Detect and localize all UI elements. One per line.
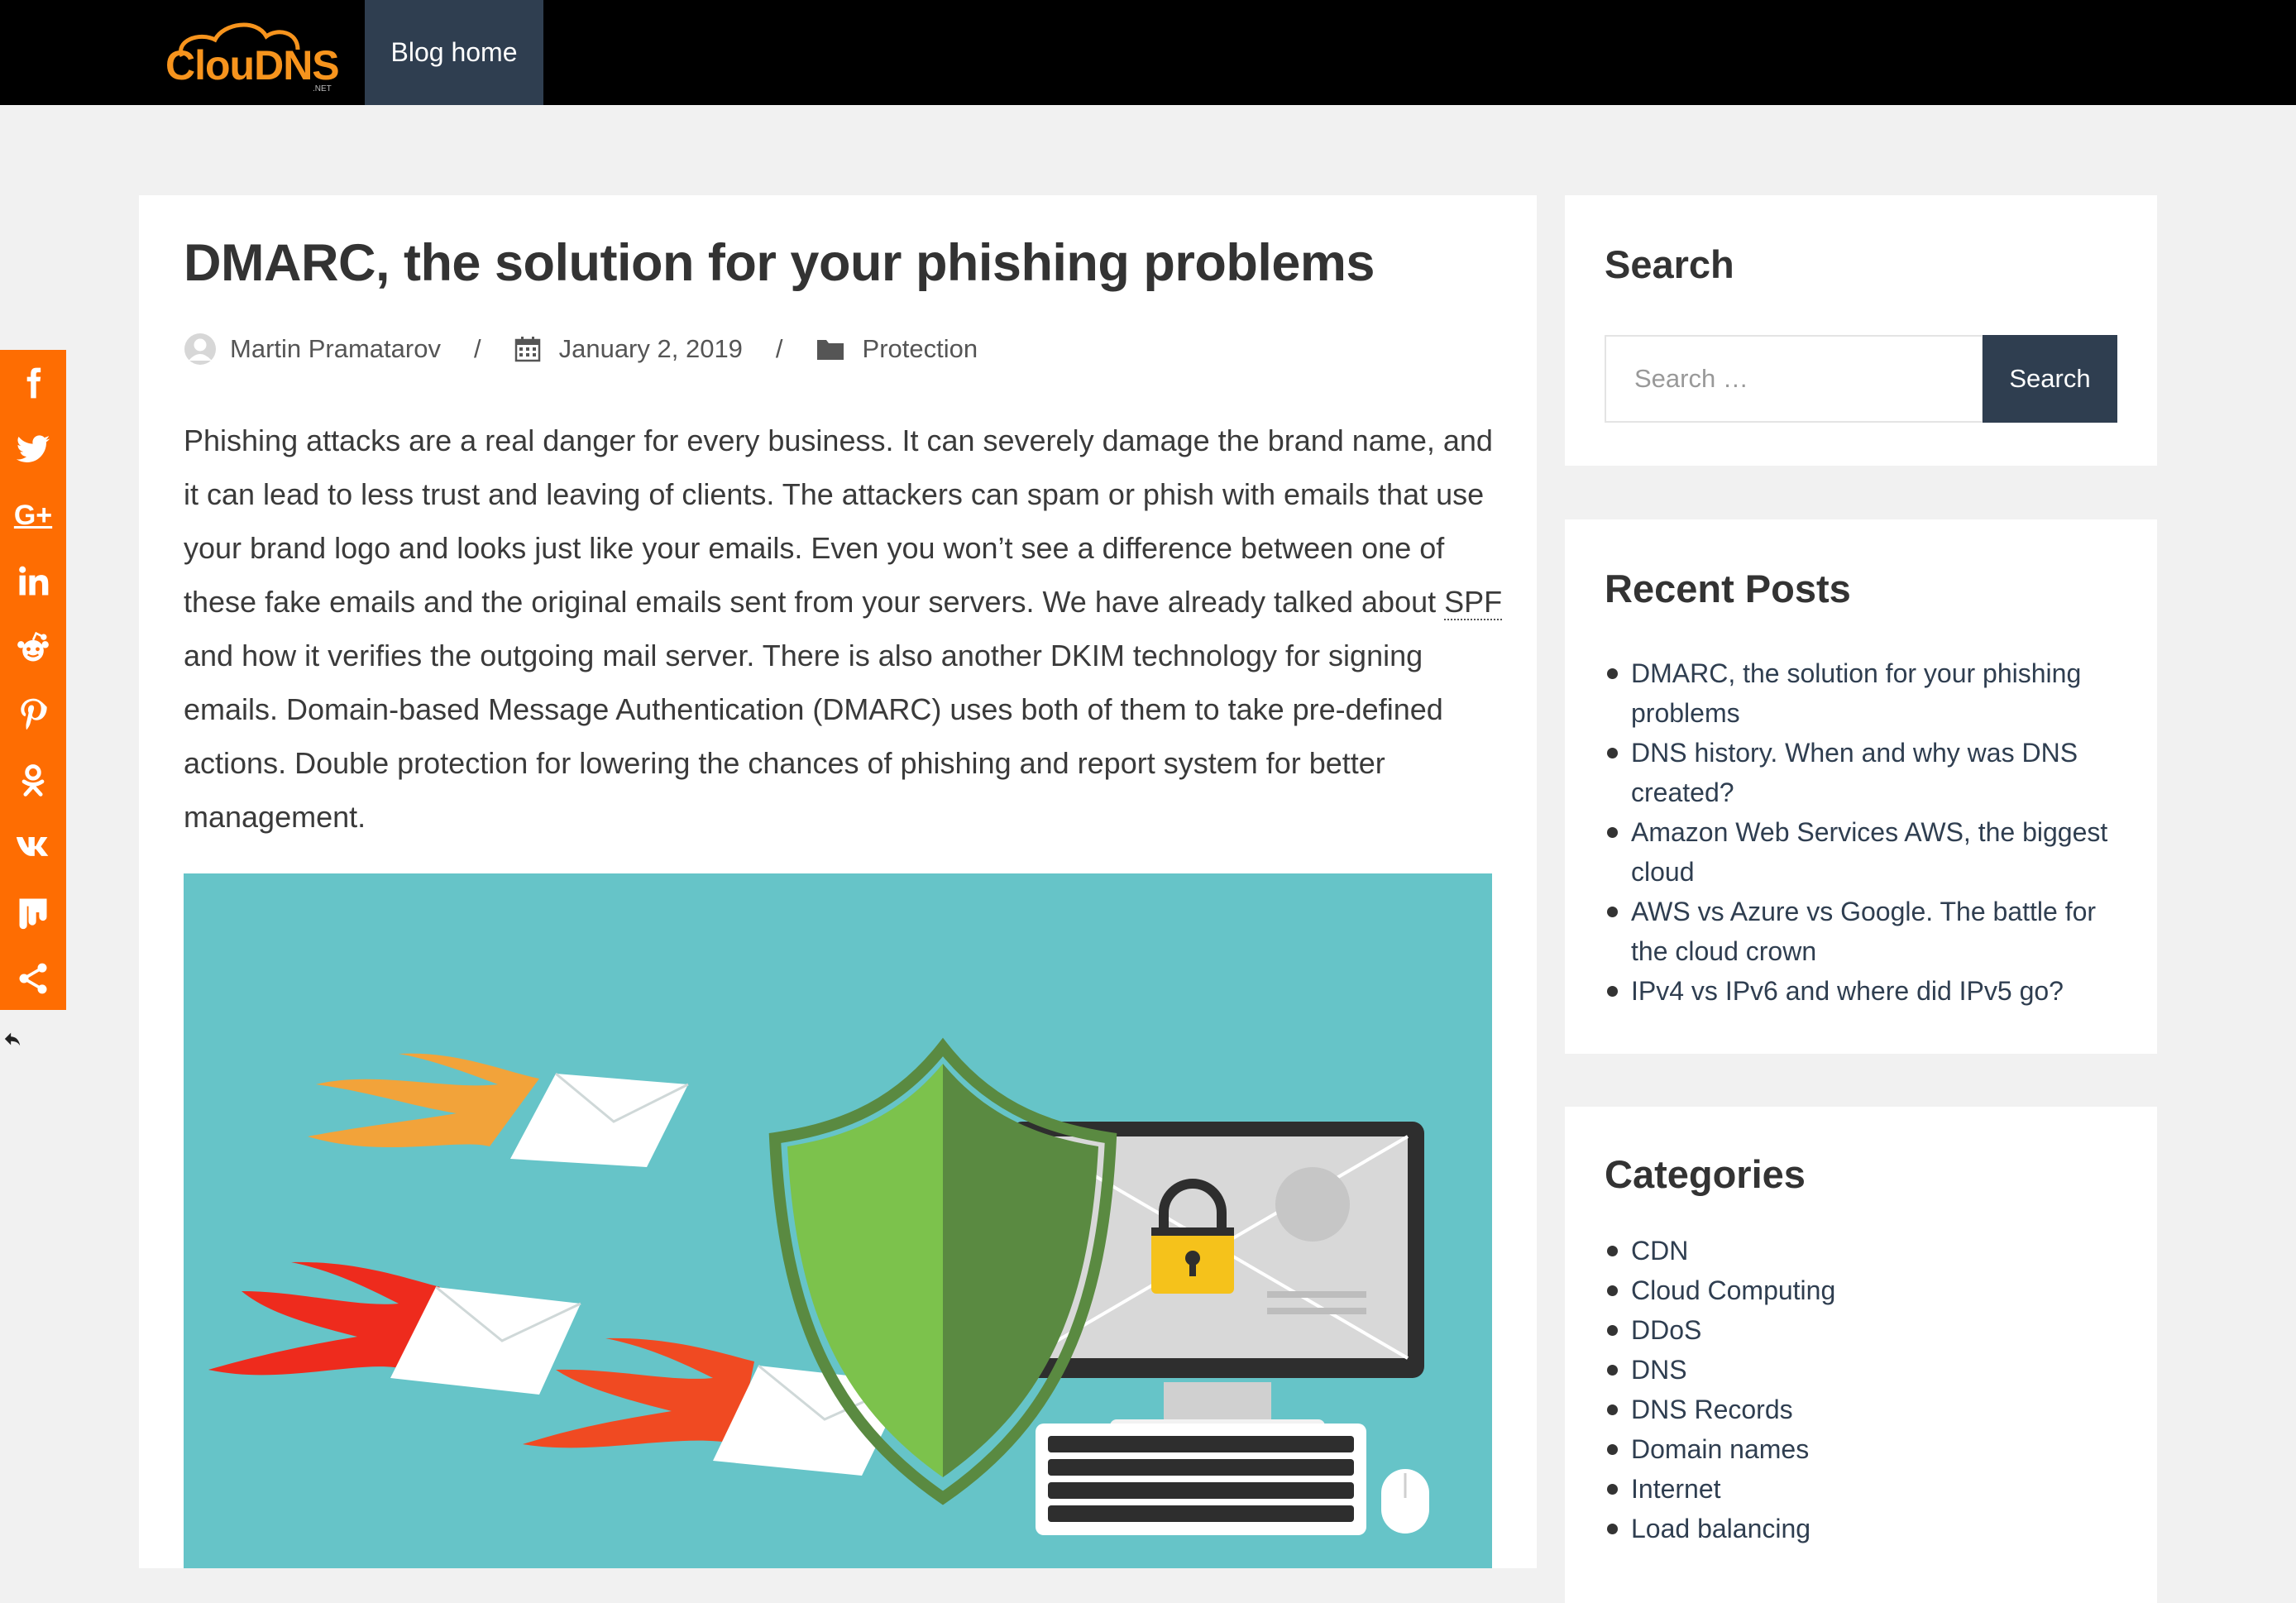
share-icon[interactable] bbox=[0, 945, 66, 1012]
logo-wordmark: ClouDNS bbox=[165, 42, 340, 89]
facebook-icon[interactable] bbox=[0, 350, 66, 416]
recent-post-link[interactable]: Amazon Web Services AWS, the biggest clo… bbox=[1631, 817, 2107, 887]
search-widget-title: Search bbox=[1605, 242, 1734, 286]
social-share-bar: G+ bbox=[0, 350, 66, 1010]
vk-icon[interactable] bbox=[0, 813, 66, 879]
category-item-link[interactable]: DDoS bbox=[1631, 1315, 1701, 1345]
twitter-icon[interactable] bbox=[0, 416, 66, 482]
category-item-link[interactable]: Domain names bbox=[1631, 1434, 1809, 1464]
intro-text-part-1: Phishing attacks are a real danger for e… bbox=[184, 423, 1493, 619]
list-item: CDN bbox=[1605, 1231, 2117, 1270]
cloudns-logo[interactable]: ClouDNS .NET bbox=[165, 17, 340, 93]
category-item-link[interactable]: DNS bbox=[1631, 1355, 1687, 1385]
author-avatar-icon bbox=[184, 333, 216, 365]
category-item-link[interactable]: Cloud Computing bbox=[1631, 1275, 1835, 1305]
list-item: DNS Records bbox=[1605, 1390, 2117, 1429]
odnoklassniki-icon[interactable] bbox=[0, 747, 66, 813]
reddit-icon[interactable] bbox=[0, 615, 66, 681]
article-card: DMARC, the solution for your phishing pr… bbox=[139, 195, 1537, 1568]
recent-posts-widget: Recent Posts DMARC, the solution for you… bbox=[1565, 519, 2157, 1054]
list-item: IPv4 vs IPv6 and where did IPv5 go? bbox=[1605, 971, 2117, 1011]
mix-icon[interactable] bbox=[0, 879, 66, 945]
calendar-icon bbox=[514, 337, 540, 362]
google-plus-label: G+ bbox=[13, 499, 53, 531]
list-item: Load balancing bbox=[1605, 1509, 2117, 1548]
recent-post-link[interactable]: DMARC, the solution for your phishing pr… bbox=[1631, 658, 2081, 728]
logo-suffix: .NET bbox=[313, 84, 332, 93]
recent-post-link[interactable]: IPv4 vs IPv6 and where did IPv5 go? bbox=[1631, 976, 2064, 1006]
list-item: Cloud Computing bbox=[1605, 1270, 2117, 1310]
recent-posts-title: Recent Posts bbox=[1605, 567, 1851, 610]
categories-title: Categories bbox=[1605, 1152, 1806, 1196]
list-item: DDoS bbox=[1605, 1310, 2117, 1350]
recent-post-link[interactable]: DNS history. When and why was DNS create… bbox=[1631, 738, 2078, 807]
article-title: DMARC, the solution for your phishing pr… bbox=[184, 234, 1375, 292]
folder-icon bbox=[816, 340, 844, 360]
list-item: Internet bbox=[1605, 1469, 2117, 1509]
recent-post-link[interactable]: AWS vs Azure vs Google. The battle for t… bbox=[1631, 897, 2096, 966]
category-item-link[interactable]: DNS Records bbox=[1631, 1395, 1793, 1424]
top-navigation-bar: ClouDNS .NET Blog home bbox=[0, 0, 2296, 105]
pinterest-icon[interactable] bbox=[0, 681, 66, 747]
categories-list: CDN Cloud Computing DDoS DNS DNS Records… bbox=[1605, 1231, 2117, 1548]
search-widget: Search Search bbox=[1565, 195, 2157, 466]
dmarc-hero-illustration bbox=[184, 873, 1492, 1568]
category-item-link[interactable]: Internet bbox=[1631, 1474, 1721, 1504]
google-plus-icon[interactable]: G+ bbox=[0, 482, 66, 548]
search-input[interactable] bbox=[1605, 335, 1983, 423]
list-item: DNS bbox=[1605, 1350, 2117, 1390]
recent-posts-list: DMARC, the solution for your phishing pr… bbox=[1605, 653, 2117, 1011]
category-item-link[interactable]: Load balancing bbox=[1631, 1514, 1810, 1543]
linkedin-icon[interactable] bbox=[0, 548, 66, 615]
meta-separator: / bbox=[775, 334, 783, 363]
hide-share-bar-icon[interactable] bbox=[3, 1030, 22, 1048]
article-intro: Phishing attacks are a real danger for e… bbox=[184, 414, 1507, 844]
list-item: DNS history. When and why was DNS create… bbox=[1605, 733, 2117, 812]
category-link[interactable]: Protection bbox=[863, 334, 978, 364]
author-link[interactable]: Martin Pramatarov bbox=[230, 334, 441, 364]
list-item: DMARC, the solution for your phishing pr… bbox=[1605, 653, 2117, 733]
spf-link[interactable]: SPF bbox=[1444, 585, 1503, 620]
search-button[interactable]: Search bbox=[1983, 335, 2117, 423]
category-item-link[interactable]: CDN bbox=[1631, 1236, 1688, 1266]
list-item: Domain names bbox=[1605, 1429, 2117, 1469]
post-date-link[interactable]: January 2, 2019 bbox=[559, 334, 743, 364]
nav-blog-home[interactable]: Blog home bbox=[365, 0, 543, 105]
list-item: Amazon Web Services AWS, the biggest clo… bbox=[1605, 812, 2117, 892]
categories-widget: Categories CDN Cloud Computing DDoS DNS … bbox=[1565, 1107, 2157, 1603]
list-item: AWS vs Azure vs Google. The battle for t… bbox=[1605, 892, 2117, 971]
meta-separator: / bbox=[473, 334, 481, 363]
article-meta: Martin Pramatarov / January 2, 2019 / Pr… bbox=[184, 333, 978, 366]
intro-text-part-2: and how it verifies the outgoing mail se… bbox=[184, 639, 1443, 834]
